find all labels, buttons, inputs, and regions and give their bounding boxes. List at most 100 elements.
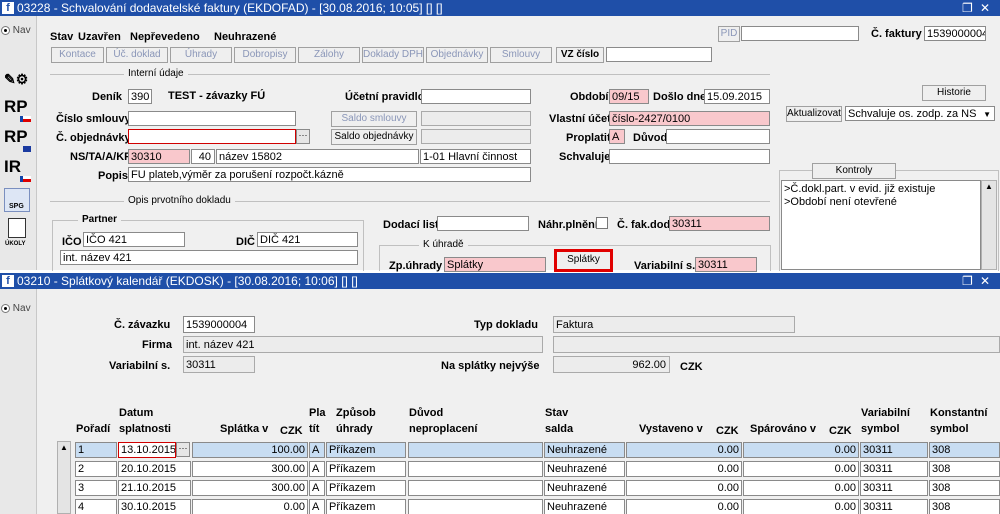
doklady-dph-button[interactable]: Doklady DPH bbox=[362, 47, 424, 63]
row-variabilni[interactable]: 30311 bbox=[860, 442, 928, 458]
zalohy-button[interactable]: Zálohy bbox=[298, 47, 360, 63]
ukoly-icon[interactable]: ÚKOLY bbox=[4, 218, 30, 247]
row-duvod[interactable] bbox=[408, 480, 543, 496]
row-stav[interactable]: Neuhrazené bbox=[544, 480, 625, 496]
schvaluje-select[interactable]: Schvaluje os. zodp. za NS ▼ bbox=[845, 106, 995, 121]
spg-icon[interactable]: SPG bbox=[4, 188, 30, 212]
saldo-objednavky-button[interactable]: Saldo objednávky bbox=[331, 129, 417, 145]
rp-cz-icon[interactable]: RP bbox=[4, 96, 32, 124]
row-duvod[interactable] bbox=[408, 461, 543, 477]
row-poradi[interactable]: 1 bbox=[75, 442, 117, 458]
objednavky-button[interactable]: Objednávky bbox=[426, 47, 488, 63]
vlastni-ucet-field[interactable]: číslo-2427/0100 bbox=[609, 111, 770, 126]
pid-field[interactable] bbox=[741, 26, 859, 41]
smlouvy-button[interactable]: Smlouvy bbox=[490, 47, 552, 63]
c-objednavky-lookup-icon[interactable]: ··· bbox=[296, 129, 310, 144]
saldo-smlouvy-button[interactable]: Saldo smlouvy bbox=[331, 111, 417, 127]
vz-cislo-field[interactable] bbox=[606, 47, 712, 62]
chevron-down-icon[interactable]: ▼ bbox=[983, 107, 991, 120]
row-splatka[interactable]: 0.00 bbox=[192, 499, 308, 514]
kontace-button[interactable]: Kontace bbox=[51, 47, 104, 63]
nav-radio[interactable]: Nav bbox=[1, 303, 31, 314]
uc-doklad-button[interactable]: Úč. doklad bbox=[106, 47, 168, 63]
close-icon[interactable]: ✕ bbox=[980, 0, 990, 16]
dic-field[interactable]: DIČ 421 bbox=[257, 232, 358, 247]
popis-field[interactable]: FU plateb,výměr za porušení rozpočt.kázn… bbox=[128, 167, 531, 182]
row-poradi[interactable]: 3 bbox=[75, 480, 117, 496]
c-zavazku-field[interactable]: 1539000004 bbox=[183, 316, 255, 333]
row-duvod[interactable] bbox=[408, 499, 543, 514]
kp-field[interactable]: 1-01 Hlavní činnost bbox=[420, 149, 531, 164]
row-datum[interactable]: 21.10.2015 bbox=[118, 480, 191, 496]
restore-icon[interactable]: ❐ bbox=[962, 0, 973, 16]
proplatit-field[interactable]: A bbox=[609, 129, 625, 144]
row-zpusob[interactable]: Příkazem bbox=[326, 480, 406, 496]
ucetni-pravidlo-field[interactable] bbox=[421, 89, 531, 104]
row-splatka[interactable]: 100.00 bbox=[192, 442, 308, 458]
row-vystaveno[interactable]: 0.00 bbox=[626, 499, 742, 514]
denik-code-field[interactable]: 390 bbox=[128, 89, 152, 104]
aktualizovat-button[interactable]: Aktualizovat bbox=[786, 106, 842, 122]
kontroly-button[interactable]: Kontroly bbox=[812, 163, 896, 179]
zp-uhrady-field[interactable]: Splátky bbox=[444, 257, 546, 272]
rp-eu-icon[interactable]: RP bbox=[4, 126, 32, 154]
row-variabilni[interactable]: 30311 bbox=[860, 499, 928, 514]
row-konstantni[interactable]: 308 bbox=[929, 461, 1000, 477]
row-pla[interactable]: A bbox=[309, 442, 325, 458]
row-vystaveno[interactable]: 0.00 bbox=[626, 442, 742, 458]
duvod-field[interactable] bbox=[666, 129, 770, 144]
nahr-plneni-checkbox[interactable] bbox=[596, 217, 608, 229]
row-stav[interactable]: Neuhrazené bbox=[544, 499, 625, 514]
date-picker-icon[interactable]: ··· bbox=[176, 442, 190, 457]
c-objednavky-field[interactable] bbox=[128, 129, 296, 144]
ta-name-field[interactable]: název 15802 bbox=[216, 149, 419, 164]
row-stav[interactable]: Neuhrazené bbox=[544, 461, 625, 477]
row-splatka[interactable]: 300.00 bbox=[192, 480, 308, 496]
row-konstantni[interactable]: 308 bbox=[929, 480, 1000, 496]
row-parovano[interactable]: 0.00 bbox=[743, 442, 859, 458]
row-zpusob[interactable]: Příkazem bbox=[326, 499, 406, 514]
row-variabilni[interactable]: 30311 bbox=[860, 461, 928, 477]
row-parovano[interactable]: 0.00 bbox=[743, 480, 859, 496]
row-vystaveno[interactable]: 0.00 bbox=[626, 480, 742, 496]
row-variabilni[interactable]: 30311 bbox=[860, 480, 928, 496]
row-zpusob[interactable]: Příkazem bbox=[326, 442, 406, 458]
row-parovano[interactable]: 0.00 bbox=[743, 461, 859, 477]
partner-name-field[interactable]: int. název 421 bbox=[60, 250, 358, 265]
c-fak-dod-field[interactable]: 30311 bbox=[669, 216, 770, 231]
tools-icon[interactable]: ✎⚙ bbox=[4, 68, 32, 96]
table-row[interactable]: 1 13.10.2015 ··· 100.00 A Příkazem Neuhr… bbox=[0, 442, 1000, 460]
table-row[interactable]: 2 20.10.2015 300.00 A Příkazem Neuhrazen… bbox=[0, 461, 1000, 479]
row-datum[interactable]: 20.10.2015 bbox=[118, 461, 191, 477]
restore-icon[interactable]: ❐ bbox=[962, 273, 973, 289]
row-zpusob[interactable]: Příkazem bbox=[326, 461, 406, 477]
row-parovano[interactable]: 0.00 bbox=[743, 499, 859, 514]
row-datum[interactable]: 13.10.2015 bbox=[118, 442, 176, 458]
uhrady-button[interactable]: Úhrady bbox=[170, 47, 232, 63]
ta-field[interactable]: 40 bbox=[191, 149, 215, 164]
close-icon[interactable]: ✕ bbox=[980, 273, 990, 289]
nav-radio[interactable]: Nav bbox=[1, 25, 31, 36]
vz-cislo-button[interactable]: VZ číslo bbox=[556, 47, 604, 63]
faktura-field[interactable]: 1539000004 bbox=[924, 26, 986, 41]
row-vystaveno[interactable]: 0.00 bbox=[626, 461, 742, 477]
row-duvod[interactable] bbox=[408, 442, 543, 458]
doslo-field[interactable]: 15.09.2015 bbox=[704, 89, 770, 104]
row-konstantni[interactable]: 308 bbox=[929, 499, 1000, 514]
ir-cz-icon[interactable]: IR bbox=[4, 156, 32, 184]
pid-button[interactable]: PID bbox=[718, 26, 740, 42]
ico-field[interactable]: IČO 421 bbox=[83, 232, 185, 247]
row-datum[interactable]: 30.10.2015 bbox=[118, 499, 191, 514]
row-pla[interactable]: A bbox=[309, 499, 325, 514]
row-pla[interactable]: A bbox=[309, 480, 325, 496]
bottom-window-titlebar[interactable]: f 03210 - Splátkový kalendář (EKDOSK) - … bbox=[0, 273, 1000, 289]
cislo-smlouvy-field[interactable] bbox=[128, 111, 296, 126]
row-splatka[interactable]: 300.00 bbox=[192, 461, 308, 477]
row-poradi[interactable]: 4 bbox=[75, 499, 117, 514]
row-pla[interactable]: A bbox=[309, 461, 325, 477]
top-window-titlebar[interactable]: f 03228 - Schvalování dodavatelské faktu… bbox=[0, 0, 1000, 16]
scroll-up-icon[interactable]: ▲ bbox=[985, 182, 993, 191]
variabilni-field[interactable]: 30311 bbox=[695, 257, 757, 272]
splatky-button[interactable]: Splátky bbox=[554, 249, 613, 272]
row-konstantni[interactable]: 308 bbox=[929, 442, 1000, 458]
